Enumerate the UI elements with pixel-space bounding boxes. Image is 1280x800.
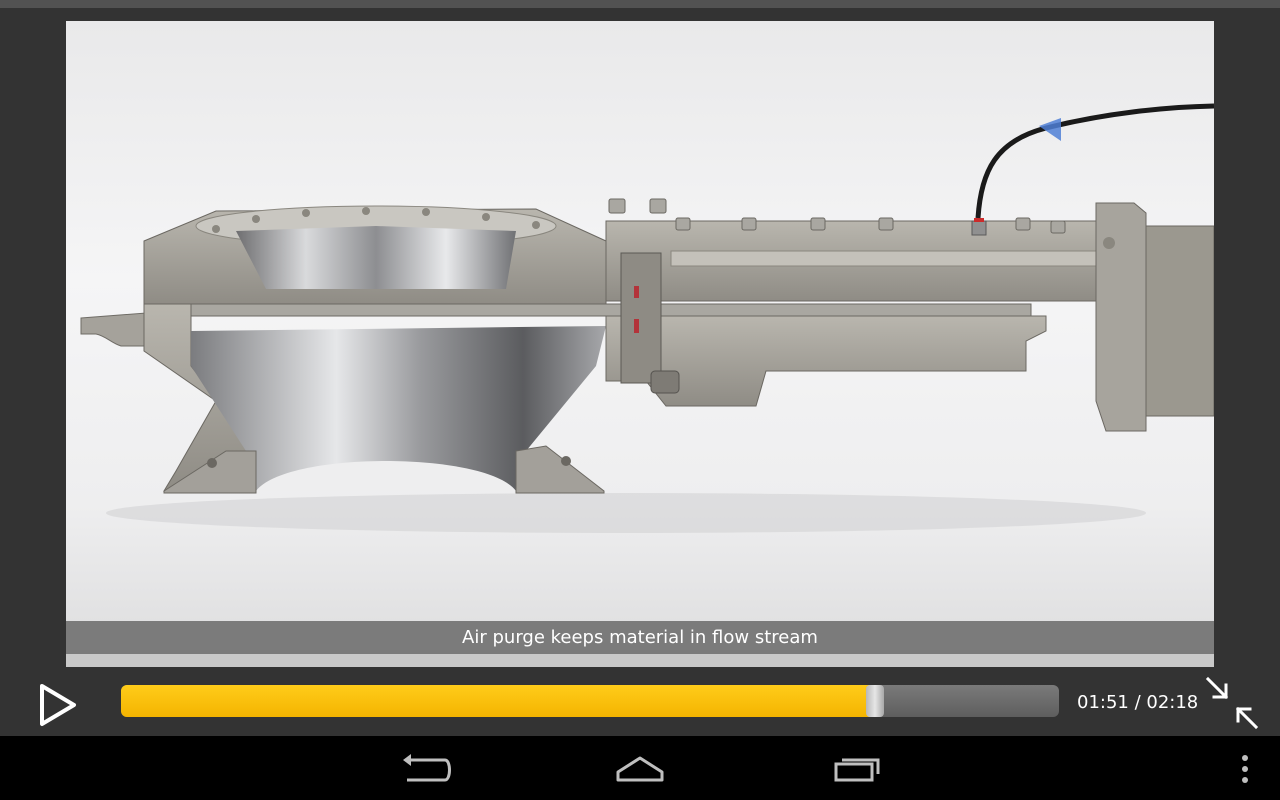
seek-bar-thumb[interactable] <box>866 685 885 717</box>
video-caption-text: Air purge keeps material in flow stream <box>462 627 818 648</box>
video-caption-bar: Air purge keeps material in flow stream <box>66 621 1214 654</box>
play-icon <box>40 684 76 726</box>
current-time: 01:51 <box>1077 692 1129 713</box>
back-icon <box>403 754 451 782</box>
play-button[interactable] <box>36 683 80 727</box>
video-surface[interactable]: Air purge keeps material in flow stream <box>66 21 1214 667</box>
status-bar-strip <box>0 0 1280 8</box>
caption-underline <box>66 654 1214 667</box>
exit-fullscreen-icon <box>1205 676 1259 730</box>
exit-fullscreen-button[interactable] <box>1204 675 1260 731</box>
recent-apps-button[interactable] <box>828 752 888 786</box>
valve-cutaway-illustration <box>80 103 1214 533</box>
time-display: 01:51 / 02:18 <box>1077 692 1198 713</box>
time-separator: / <box>1128 692 1147 713</box>
home-icon <box>616 756 664 782</box>
recent-apps-icon <box>834 758 880 782</box>
system-navigation-bar <box>0 736 1280 800</box>
video-player-screen: Air purge keeps material in flow stream … <box>0 0 1280 800</box>
playback-controls: 01:51 / 02:18 <box>0 667 1280 736</box>
back-button[interactable] <box>395 752 455 786</box>
total-time: 02:18 <box>1146 692 1199 713</box>
overflow-menu-button[interactable] <box>1225 752 1265 786</box>
overflow-menu-icon <box>1242 755 1248 783</box>
seek-bar[interactable] <box>121 685 1059 717</box>
home-button[interactable] <box>610 752 670 786</box>
seek-bar-progress <box>121 685 876 717</box>
